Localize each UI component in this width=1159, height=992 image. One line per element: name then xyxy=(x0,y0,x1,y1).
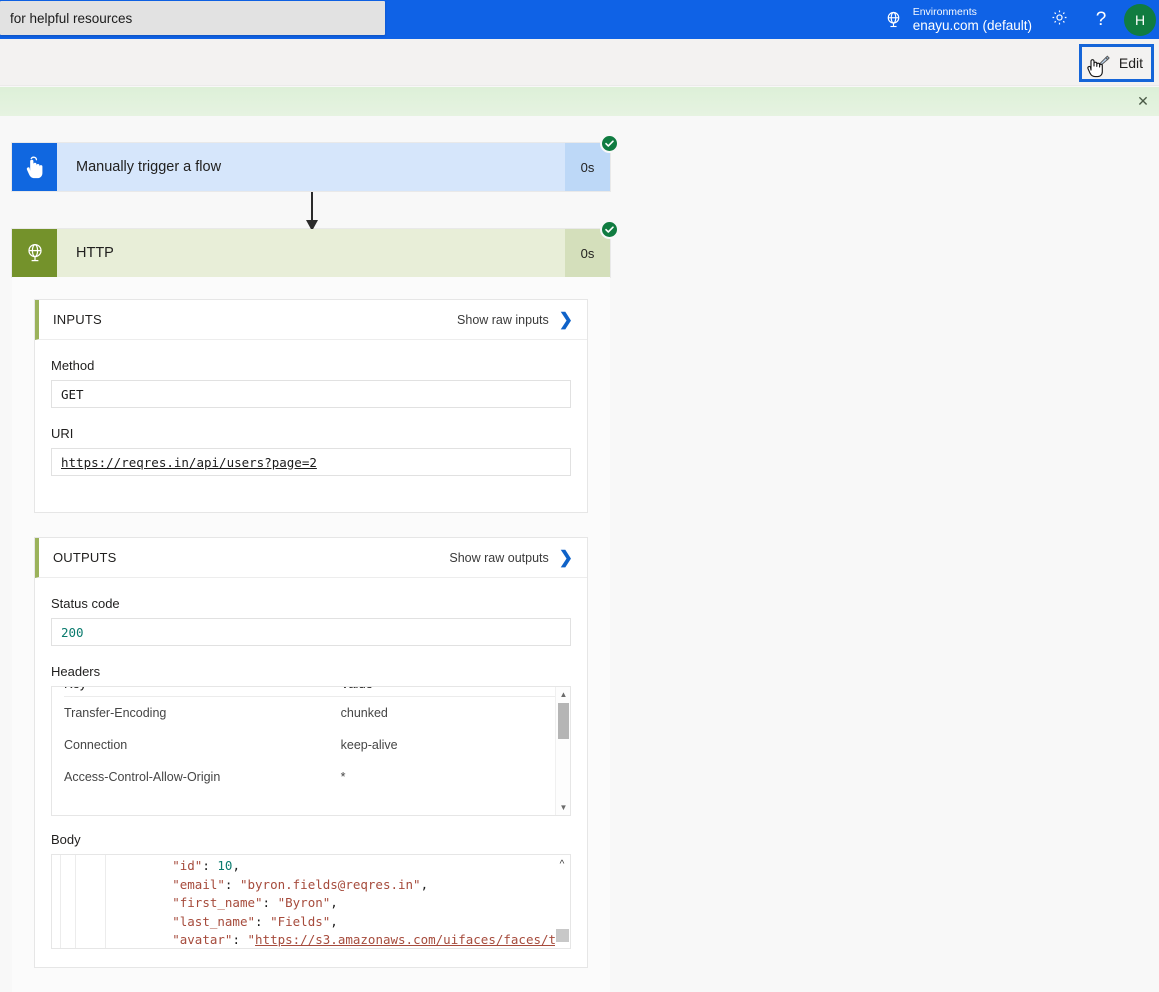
body-scrollbar-thumb[interactable] xyxy=(556,929,569,942)
header-key-cell: Access-Control-Allow-Origin xyxy=(64,770,221,784)
globe-icon xyxy=(879,5,909,35)
flow-card-trigger-title: Manually trigger a flow xyxy=(57,143,565,191)
uri-value[interactable]: https://reqres.in/api/users?page=2 xyxy=(61,455,317,470)
inputs-panel-header: INPUTS Show raw inputs ❯ xyxy=(35,300,587,340)
scroll-up-icon[interactable]: ▲ xyxy=(556,687,570,702)
status-code-value: 200 xyxy=(51,618,571,646)
command-bar: Edit xyxy=(0,39,1159,86)
environments-label: Environments xyxy=(912,5,977,18)
help-question-icon: ? xyxy=(1095,8,1107,30)
hand-pointer-cursor xyxy=(1084,54,1106,83)
show-raw-outputs-label: Show raw outputs xyxy=(449,550,549,565)
gear-icon xyxy=(1050,8,1069,32)
close-icon[interactable]: ✕ xyxy=(1132,91,1154,111)
body-code-viewer[interactable]: "id": 10, "email": "byron.fields@reqres.… xyxy=(51,854,571,949)
environment-selector[interactable]: Environments enayu.com (default) xyxy=(879,0,1038,39)
body-label: Body xyxy=(51,832,81,847)
headers-label: Headers xyxy=(51,664,101,679)
header-key-cell: Transfer-Encoding xyxy=(64,706,167,720)
chevron-right-icon: ❯ xyxy=(558,310,573,329)
inputs-panel: INPUTS Show raw inputs ❯ Method GET URI … xyxy=(34,299,588,513)
headers-table-wrapper: Key Value Transfer-Encoding chunked Connec… xyxy=(51,686,571,816)
uri-label: URI xyxy=(51,426,74,441)
outputs-panel: OUTPUTS Show raw outputs ❯ Status code 2… xyxy=(34,537,588,968)
help-button[interactable]: ? xyxy=(1080,0,1122,39)
search-input-value: for helpful resources xyxy=(10,10,133,26)
method-label: Method xyxy=(51,358,95,373)
body-json-content: "id": 10, "email": "byron.fields@reqres.… xyxy=(172,858,570,948)
body-scrollbar[interactable]: ^ xyxy=(555,855,570,948)
show-raw-inputs-link[interactable]: Show raw inputs ❯ xyxy=(457,311,573,328)
headers-scrollbar[interactable]: ▲ ▼ xyxy=(555,687,570,815)
http-action-details: INPUTS Show raw inputs ❯ Method GET URI … xyxy=(12,277,610,992)
environment-name: enayu.com (default) xyxy=(912,17,1032,33)
search-input[interactable]: for helpful resources xyxy=(0,1,385,35)
inputs-title: INPUTS xyxy=(53,312,102,327)
uri-value-box[interactable]: https://reqres.in/api/users?page=2 xyxy=(51,448,571,476)
hand-tap-trigger-icon xyxy=(12,143,57,191)
headers-col-value: Value xyxy=(340,687,558,697)
chevron-up-icon[interactable]: ^ xyxy=(555,857,569,871)
scrollbar-thumb[interactable] xyxy=(558,703,569,739)
settings-button[interactable] xyxy=(1038,0,1080,39)
flow-card-trigger[interactable]: Manually trigger a flow 0s xyxy=(12,134,619,191)
edit-button[interactable]: Edit xyxy=(1078,44,1154,82)
table-row: Transfer-Encoding chunked xyxy=(64,697,558,730)
header-value-cell: chunked xyxy=(340,706,388,720)
header-value-cell: * xyxy=(340,770,346,784)
avatar-initial: H xyxy=(1134,11,1146,28)
pencil-edit-icon xyxy=(1087,50,1114,78)
success-banner: ✕ xyxy=(0,87,1159,116)
avatar[interactable]: H xyxy=(1124,3,1156,36)
top-bar-right-cluster: Environments enayu.com (default) ? H xyxy=(879,0,1159,39)
flow-connector-arrow xyxy=(306,192,318,231)
chevron-right-icon: ❯ xyxy=(558,548,573,567)
headers-table-header-row: Key Value xyxy=(64,687,558,697)
show-raw-outputs-link[interactable]: Show raw outputs ❯ xyxy=(449,549,573,566)
run-details-canvas: Manually trigger a flow 0s HTTP 0s INPUT… xyxy=(0,116,1159,992)
header-key-cell: Connection xyxy=(64,738,128,752)
headers-col-key: Key xyxy=(64,687,341,697)
outputs-panel-header: OUTPUTS Show raw outputs ❯ xyxy=(35,538,587,578)
table-row: Connection keep-alive xyxy=(64,729,558,761)
table-row: Access-Control-Allow-Origin * xyxy=(64,761,558,793)
scroll-down-icon[interactable]: ▼ xyxy=(556,800,570,815)
flow-card-http-title: HTTP xyxy=(57,229,565,277)
header-value-cell: keep-alive xyxy=(340,738,398,752)
flow-card-http[interactable]: HTTP 0s xyxy=(12,220,619,277)
status-code-label: Status code xyxy=(51,596,120,611)
method-value: GET xyxy=(51,380,571,408)
status-success-icon xyxy=(600,220,619,239)
top-navigation-bar: for helpful resources Environments enayu… xyxy=(0,0,1159,39)
show-raw-inputs-label: Show raw inputs xyxy=(457,312,549,327)
headers-table: Key Value Transfer-Encoding chunked Connec… xyxy=(64,687,558,793)
edit-button-label: Edit xyxy=(1118,55,1143,71)
status-success-icon xyxy=(600,134,619,153)
outputs-title: OUTPUTS xyxy=(53,550,117,565)
globe-http-icon xyxy=(12,229,57,277)
